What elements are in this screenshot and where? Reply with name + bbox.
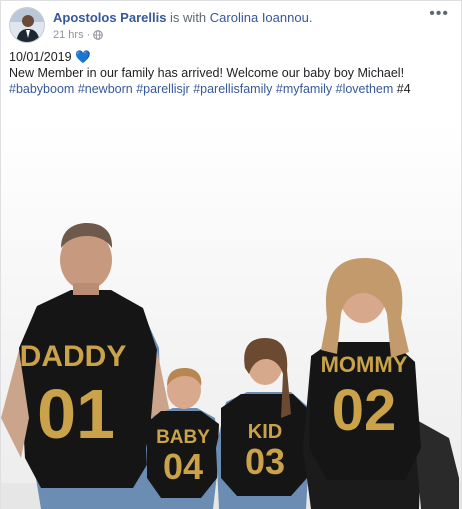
- more-options-icon[interactable]: •••: [429, 6, 449, 22]
- globe-icon[interactable]: [93, 30, 104, 40]
- post-title: Apostolos Parellis is with Carolina Ioan…: [53, 10, 312, 26]
- timestamp-link[interactable]: 21 hrs: [53, 28, 84, 42]
- meta-separator: ·: [86, 29, 91, 41]
- tagged-person-link[interactable]: Carolina Ioannou.: [210, 10, 313, 25]
- date-line: 10/01/2019 💙: [9, 49, 453, 65]
- family-photo: DADDY 01 BABY 04 KID 03 MOMMY 02: [1, 118, 461, 509]
- mom-shirt-word: MOMMY: [321, 352, 408, 377]
- with-text: is with: [170, 10, 207, 25]
- kid-shirt-number: 03: [245, 441, 285, 482]
- blue-heart-icon: 💙: [75, 50, 91, 64]
- post-suffix: #4: [396, 82, 411, 96]
- message-text: New Member in our family has arrived! We…: [9, 66, 405, 80]
- date-text: 10/01/2019: [9, 50, 72, 64]
- hashtag-link[interactable]: #myfamily: [276, 82, 332, 96]
- post-photo[interactable]: DADDY 01 BABY 04 KID 03 MOMMY 02: [1, 118, 461, 509]
- hashtag-line: #babyboom #newborn #parellisjr #parellis…: [9, 81, 453, 97]
- dad-shirt-number: 01: [37, 375, 115, 453]
- post-header: Apostolos Parellis is with Carolina Ioan…: [9, 6, 453, 43]
- hashtag-link[interactable]: #babyboom: [9, 82, 74, 96]
- mom-shirt-number: 02: [332, 378, 397, 443]
- post-meta: 21 hrs ·: [53, 28, 104, 42]
- avatar-image: [10, 8, 44, 42]
- post-message: 10/01/2019 💙 New Member in our family ha…: [9, 49, 453, 97]
- post-card: Apostolos Parellis is with Carolina Ioan…: [0, 0, 462, 509]
- dad-shirt-word: DADDY: [20, 340, 127, 373]
- hashtag-link[interactable]: #parellisfamily: [193, 82, 272, 96]
- hashtag-link[interactable]: #lovethem: [336, 82, 394, 96]
- avatar[interactable]: [9, 7, 45, 43]
- kid-shirt-word: KID: [248, 421, 282, 443]
- baby-shirt-word: BABY: [156, 427, 210, 448]
- baby-shirt-number: 04: [163, 446, 203, 487]
- author-link[interactable]: Apostolos Parellis: [53, 10, 166, 25]
- hashtag-link[interactable]: #newborn: [78, 82, 133, 96]
- hashtag-link[interactable]: #parellisjr: [136, 82, 190, 96]
